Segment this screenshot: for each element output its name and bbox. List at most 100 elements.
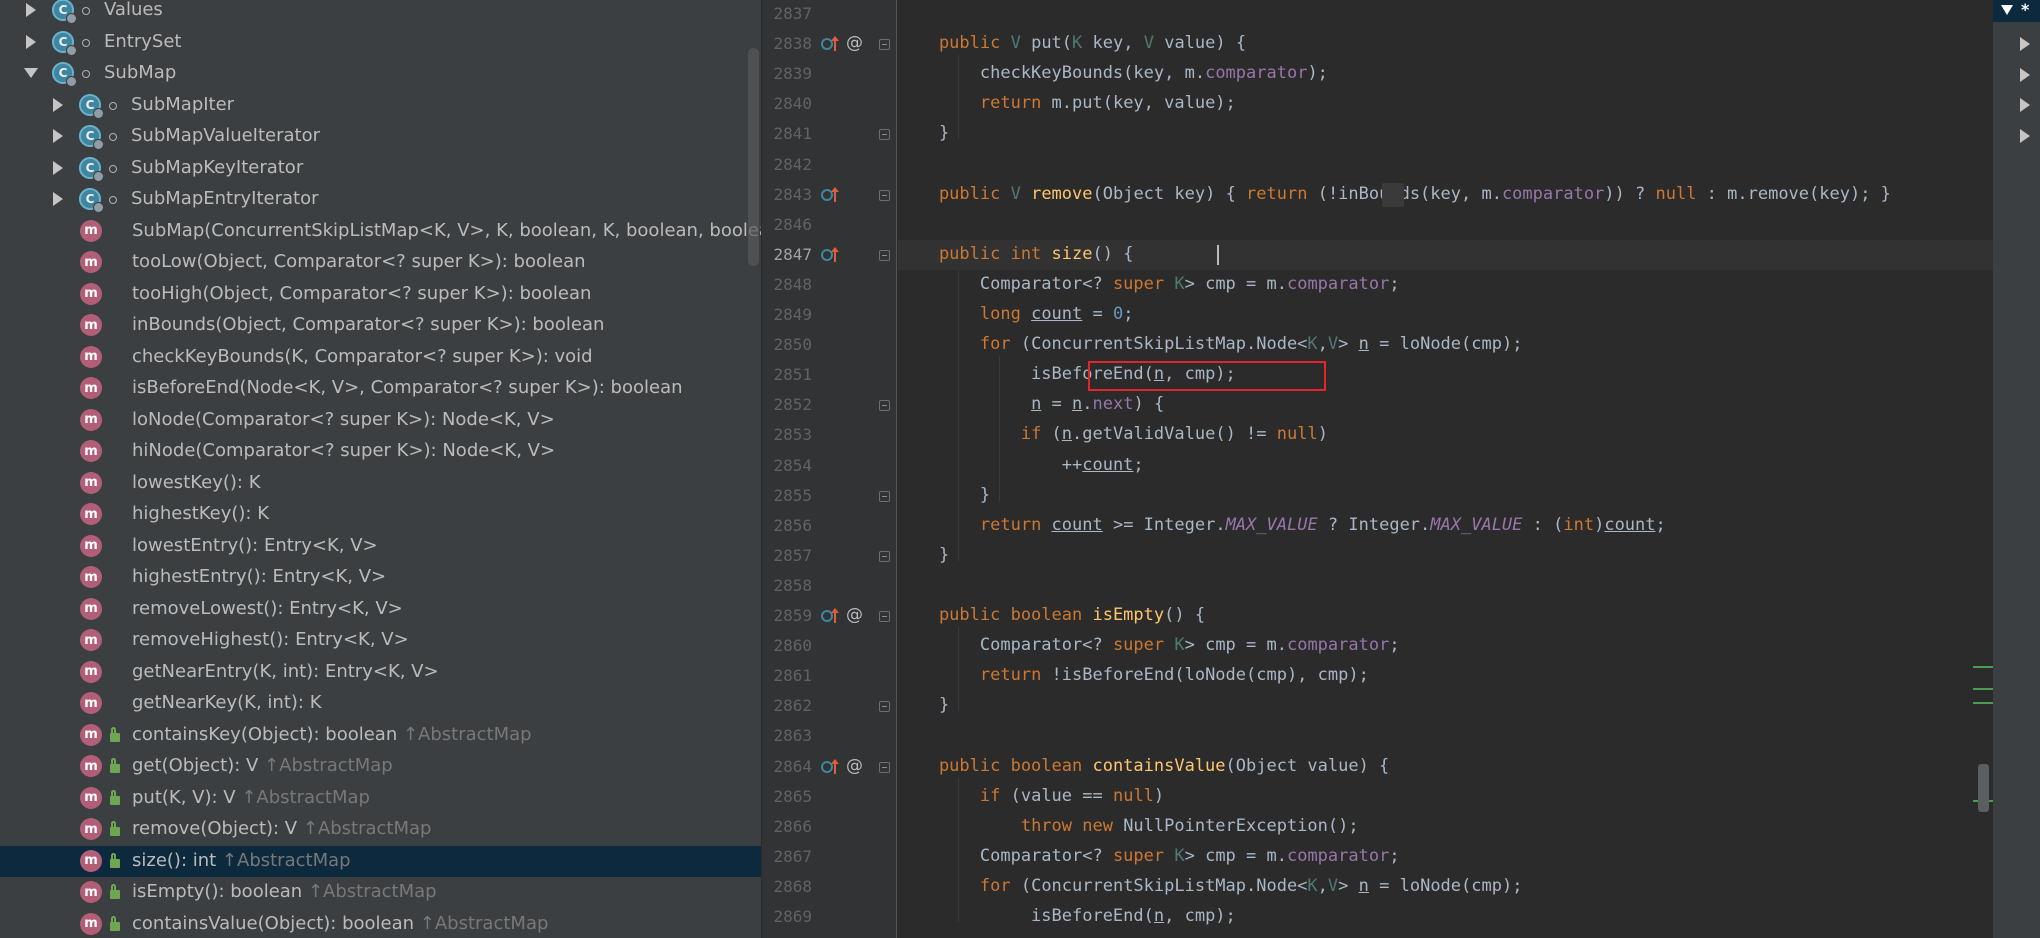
chevron-right-icon[interactable] [51,160,65,175]
expand-arrow-icon[interactable] [2001,5,2013,15]
code-line[interactable]: public boolean isEmpty() { [898,601,1993,631]
structure-item[interactable]: m highestEntry(): Entry<K, V> [0,562,761,593]
code-token: (value == [1010,785,1113,806]
code-line[interactable]: return !isBeforeEnd(loNode(cmp), cmp); [898,661,1993,691]
chevron-right-icon[interactable] [24,3,38,17]
structure-item[interactable]: m lowestKey(): K [0,468,761,499]
code-line[interactable] [898,721,1993,751]
code-line[interactable]: checkKeyBounds(key, m.comparator); [898,59,1993,89]
fold-marker-icon[interactable] [879,611,890,622]
code-line[interactable]: return count >= Integer.MAX_VALUE ? Inte… [898,511,1993,541]
fold-gutter[interactable] [877,0,897,938]
code-token: int [1563,514,1595,535]
structure-item[interactable]: m size(): int ↑AbstractMap [0,845,761,877]
fold-marker-icon[interactable] [879,490,890,502]
structure-item[interactable]: C EntrySet [0,27,761,58]
structure-item[interactable]: m removeHighest(): Entry<K, V> [0,625,761,656]
structure-item[interactable]: m getNearKey(K, int): K [0,688,761,719]
structure-item[interactable]: m inBounds(Object, Comparator<? super K>)… [0,310,761,341]
code-line[interactable]: } [898,691,1993,721]
code-line[interactable]: public boolean containsValue(Object valu… [898,752,1993,782]
structure-item[interactable]: C Values [0,0,761,26]
code-line[interactable]: for (ConcurrentSkipListMap.Node<K,V> n =… [898,330,1993,360]
code-line[interactable]: throw new NullPointerException(); [898,812,1993,842]
fold-marker-icon[interactable] [879,129,890,141]
structure-item[interactable]: m tooLow(Object, Comparator<? super K>): … [0,247,761,278]
chevron-right-icon[interactable] [51,129,65,143]
code-line[interactable]: } [898,119,1993,149]
structure-item[interactable]: m isBeforeEnd(Node<K, V>, Comparator<? su… [0,373,761,404]
code-line[interactable]: public V remove(Object key) { return (!i… [898,180,1993,210]
code-line[interactable] [898,571,1993,601]
structure-item[interactable]: C SubMap [0,58,761,89]
structure-item[interactable]: m containsKey(Object): boolean ↑AbstractM… [0,720,761,751]
structure-item[interactable]: m lowestEntry(): Entry<K, V> [0,531,761,562]
folded-code-block[interactable] [1382,182,1404,207]
change-marker [1973,688,1993,690]
structure-item[interactable]: C SubMapKeyIterator [0,153,761,184]
line-number: 2843 [773,184,812,204]
code-token: = loNode(cmp); [1368,334,1523,355]
fold-marker-icon[interactable] [879,701,890,713]
code-line[interactable] [898,210,1993,240]
code-line[interactable] [898,150,1993,180]
code-token: for [979,334,1021,355]
code-line[interactable]: for (ConcurrentSkipListMap.Node<K,V> n =… [898,872,1993,902]
code-line[interactable]: public int size() { [898,239,1993,270]
structure-item[interactable]: m highestKey(): K [0,499,761,530]
code-line[interactable]: ++count; [898,451,1993,481]
structure-item[interactable]: m isEmpty(): boolean ↑AbstractMap [0,877,761,908]
fold-marker-icon[interactable] [879,761,890,773]
structure-item[interactable]: m loNode(Comparator<? super K>): Node<K, … [0,405,761,436]
code-line[interactable]: long count = 0; [898,300,1993,330]
code-token: return [979,514,1052,535]
code-text: isBeforeEnd(n, cmp); [898,906,1236,926]
fold-marker-icon[interactable] [879,550,890,562]
structure-item[interactable]: m hiNode(Comparator<? super K>): Node<K, … [0,436,761,467]
fold-marker-icon[interactable] [879,189,890,201]
code-line[interactable]: isBeforeEnd(n, cmp); [898,902,1993,932]
code-editor[interactable]: 2837 2838 2839 2840 2841 2842 2843 2846 2847 2848… [762,0,1993,938]
class-icon: C [79,93,104,119]
structure-item[interactable]: m containsValue(Object): boolean ↑Abstrac… [0,909,761,938]
code-line[interactable]: Comparator<? super K> cmp = m.comparator… [898,270,1993,300]
code-line[interactable]: public V put(K key, V value) { [898,29,1993,59]
structure-item[interactable]: m SubMap(ConcurrentSkipListMap<K, V>, K, … [0,216,761,247]
structure-item[interactable]: m getNearEntry(K, int): Entry<K, V> [0,657,761,688]
structure-item[interactable]: m remove(Object): V ↑AbstractMap [0,814,761,845]
structure-item[interactable]: m removeLowest(): Entry<K, V> [0,594,761,625]
line-number: 2855 [773,485,812,505]
code-line[interactable] [898,0,1993,29]
chevron-down-icon[interactable] [24,66,38,80]
chevron-right-icon[interactable] [51,97,65,112]
code-line[interactable]: if (value == null) [898,782,1993,812]
code-line[interactable]: isBeforeEnd(n, cmp); [898,360,1993,390]
structure-item[interactable]: C SubMapEntryIterator [0,184,761,215]
code-line[interactable]: } [898,541,1993,571]
structure-scrollbar[interactable] [748,48,759,266]
chevron-right-icon[interactable] [51,192,65,206]
structure-item[interactable]: C SubMapIter [0,90,761,121]
code-line[interactable]: Comparator<? super K> cmp = m.comparator… [898,842,1993,872]
structure-item[interactable]: m put(K, V): V ↑AbstractMap [0,783,761,814]
method-icon: m [80,503,102,525]
structure-item[interactable]: m get(Object): V ↑AbstractMap [0,751,761,782]
structure-item[interactable]: C SubMapValueIterator [0,121,761,152]
fold-marker-icon[interactable] [879,249,890,261]
fold-marker-icon[interactable] [879,400,890,412]
chevron-right-icon[interactable] [24,34,38,49]
right-panel-header[interactable]: * [1993,0,2040,22]
line-number-gutter[interactable]: 2837 2838 2839 2840 2841 2842 2843 2846 2847 2848… [762,0,877,938]
editor-scrollbar-thumb[interactable] [1978,764,1989,812]
code-line[interactable]: return m.put(key, value); [898,89,1993,119]
code-token: () { [1164,605,1206,625]
fold-marker-icon[interactable] [879,39,890,51]
structure-item[interactable]: m checkKeyBounds(K, Comparator<? super K>… [0,342,761,373]
code-line[interactable]: Comparator<? super K> cmp = m.comparator… [898,631,1993,661]
code-line[interactable]: n = n.next) { [898,390,1993,420]
code-line[interactable]: if (n.getValidValue() != null) [898,420,1993,450]
code-line[interactable]: } [898,481,1993,511]
structure-item[interactable]: m tooHigh(Object, Comparator<? super K>):… [0,279,761,310]
